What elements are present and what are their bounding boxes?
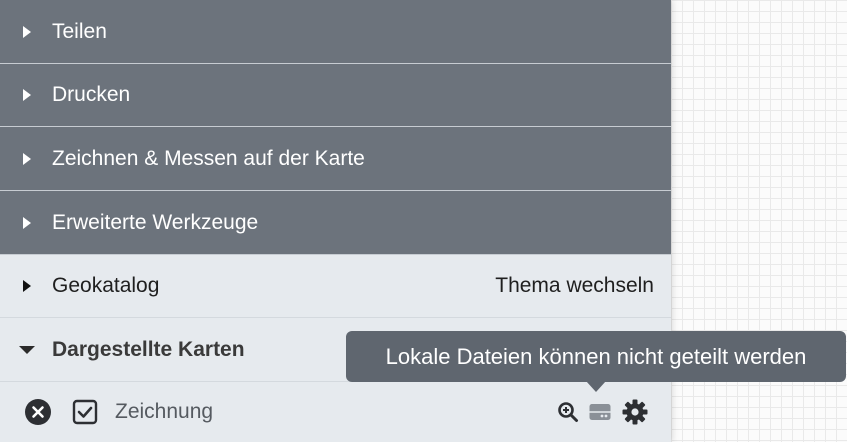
- gear-icon[interactable]: [621, 398, 649, 426]
- caret-right-icon: [22, 87, 36, 103]
- zoom-in-icon[interactable]: [557, 401, 579, 423]
- menu-item-label: Geokatalog: [52, 274, 160, 297]
- caret-right-icon: [22, 151, 36, 167]
- caret-right-icon: [22, 215, 36, 231]
- storage-icon[interactable]: [588, 400, 612, 424]
- checkbox-checked-icon[interactable]: [72, 399, 98, 425]
- menu-item-label: Dargestellte Karten: [52, 337, 245, 361]
- menu-item-geokatalog[interactable]: Geokatalog Thema wechseln: [0, 255, 671, 318]
- caret-right-icon: [22, 24, 36, 40]
- caret-down-icon: [18, 342, 38, 358]
- menu-item-label: Teilen: [52, 19, 107, 43]
- menu-item-teilen[interactable]: Teilen: [0, 0, 671, 64]
- caret-right-icon: [22, 278, 36, 294]
- menu-item-label: Zeichnen & Messen auf der Karte: [52, 146, 365, 170]
- menu-item-zeichnen[interactable]: Zeichnen & Messen auf der Karte: [0, 127, 671, 191]
- tooltip-text: Lokale Dateien können nicht geteilt werd…: [385, 343, 807, 369]
- layer-name: Zeichnung: [115, 400, 214, 423]
- layer-row: Zeichnung: [0, 382, 671, 442]
- layer-tools: [557, 398, 649, 426]
- close-icon[interactable]: [24, 398, 52, 426]
- menu-item-label: Drucken: [52, 83, 131, 106]
- change-theme-link[interactable]: Thema wechseln: [495, 274, 654, 298]
- menu-item-drucken[interactable]: Drucken: [0, 64, 671, 127]
- tooltip: Lokale Dateien können nicht geteilt werd…: [346, 331, 846, 382]
- tooltip-arrow: [586, 381, 606, 392]
- menu-item-label: Erweiterte Werkzeuge: [52, 210, 259, 234]
- menu-item-werkzeuge[interactable]: Erweiterte Werkzeuge: [0, 191, 671, 255]
